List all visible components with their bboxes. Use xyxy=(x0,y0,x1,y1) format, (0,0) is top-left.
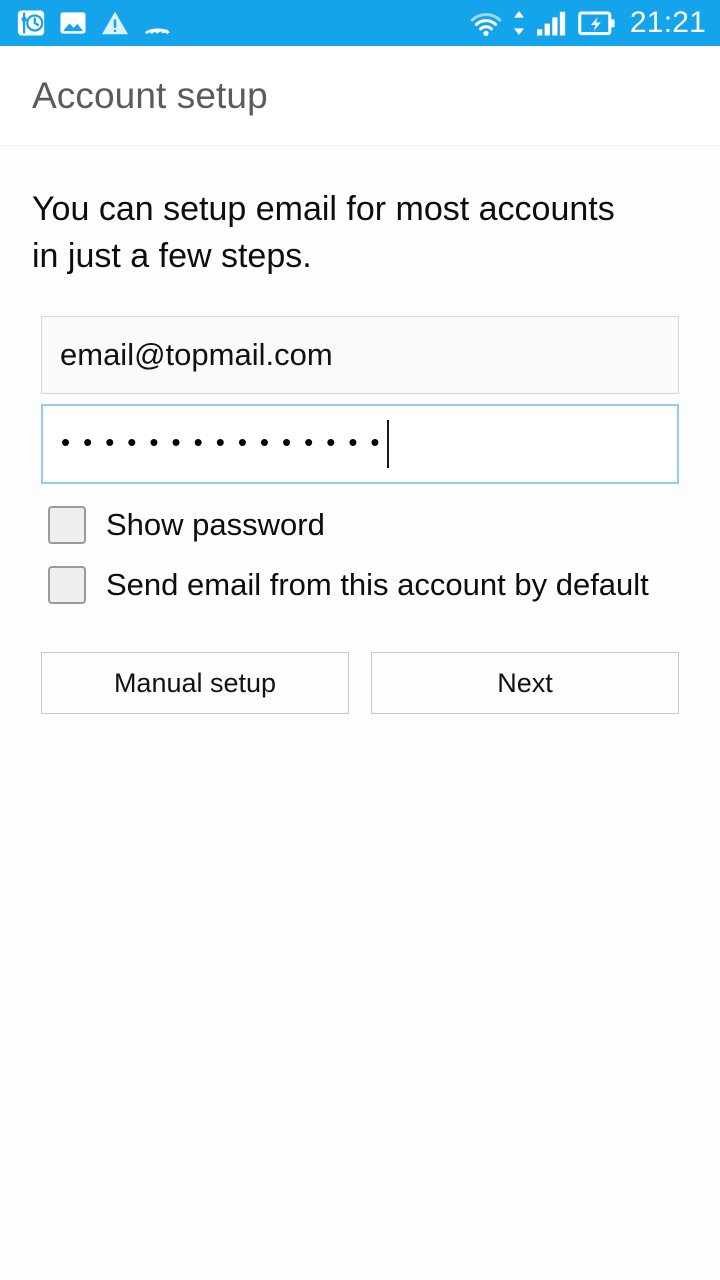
send-email-default-label: Send email from this account by default xyxy=(106,567,649,602)
status-bar-clock: 21:21 xyxy=(629,6,706,39)
send-email-default-row[interactable]: Send email from this account by default xyxy=(0,566,720,604)
screenshot-image-icon xyxy=(58,8,88,38)
status-bar-left-icons xyxy=(16,8,172,38)
show-password-row[interactable]: Show password xyxy=(0,506,720,544)
warning-triangle-icon xyxy=(100,8,130,38)
action-buttons: Manual setup Next xyxy=(0,652,720,714)
page-title: Account setup xyxy=(32,74,268,116)
password-field[interactable]: ••••••••••••••• xyxy=(41,404,679,484)
data-transfer-arrows-icon xyxy=(512,8,526,38)
password-field-value: ••••••••••••••• xyxy=(61,427,393,457)
wifi-icon xyxy=(469,8,503,38)
status-bar-right-icons: 21:21 xyxy=(469,6,706,40)
form-fields: email@topmail.com ••••••••••••••• xyxy=(0,316,720,484)
manual-setup-button[interactable]: Manual setup xyxy=(41,652,349,714)
cellular-signal-icon xyxy=(535,8,569,38)
app-title-bar: Account setup xyxy=(0,46,720,146)
next-button[interactable]: Next xyxy=(371,652,679,714)
alarm-clock-icon xyxy=(16,8,46,38)
email-field-value: email@topmail.com xyxy=(60,337,333,372)
intro-text: You can setup email for most accounts in… xyxy=(32,190,615,275)
show-password-label: Show password xyxy=(106,507,325,542)
send-email-default-checkbox[interactable] xyxy=(48,566,86,604)
show-password-checkbox[interactable] xyxy=(48,506,86,544)
nfc-radio-waves-icon xyxy=(142,8,172,38)
status-bar[interactable]: 21:21 xyxy=(0,0,720,46)
account-setup-content: You can setup email for most accounts in… xyxy=(0,146,720,1280)
battery-charging-icon xyxy=(578,8,616,38)
email-field[interactable]: email@topmail.com xyxy=(41,316,679,394)
